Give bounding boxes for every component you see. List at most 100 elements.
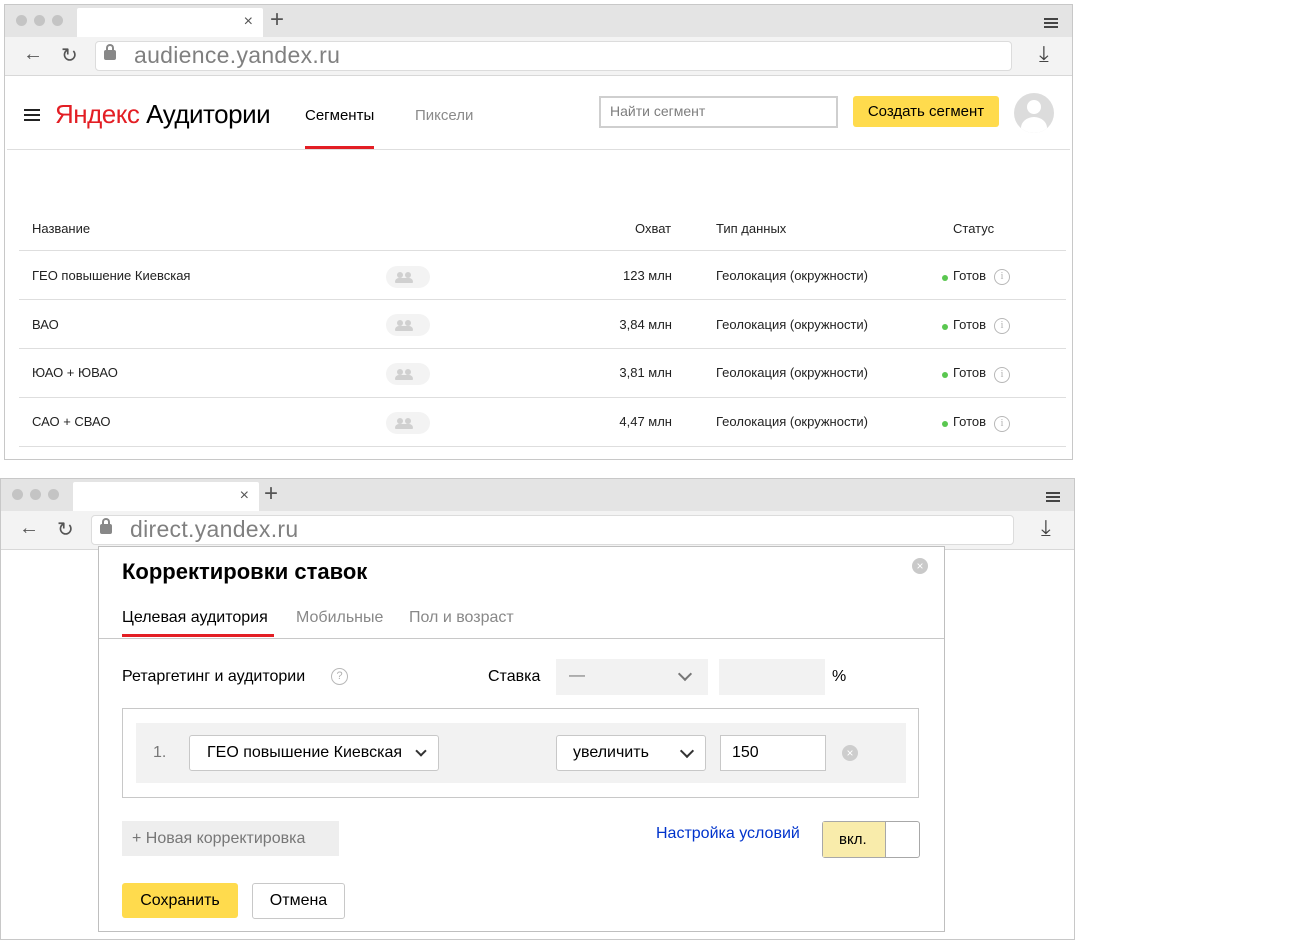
segment-data-type: Геолокация (окружности): [716, 365, 868, 380]
column-header-status: Статус: [953, 221, 995, 236]
tab-close-icon[interactable]: ×: [240, 487, 249, 505]
column-header-name: Название: [32, 221, 91, 236]
chevron-down-icon: [415, 745, 427, 757]
tab-gender-age[interactable]: Пол и возраст: [409, 609, 514, 627]
row-divider: [19, 348, 1066, 349]
segment-name[interactable]: ГЕО повышение Киевская: [32, 268, 190, 283]
segment-name[interactable]: САО + СВАО: [32, 414, 111, 429]
segment-status: Готов: [953, 365, 987, 380]
logo-product-text: Аудитории: [146, 99, 271, 129]
segment-name[interactable]: ЮАО + ЮВАО: [32, 365, 118, 380]
url-text: direct.yandex.ru: [130, 516, 299, 542]
rate-select[interactable]: —: [556, 659, 708, 695]
new-adjustment-button[interactable]: + Новая корректировка: [122, 821, 339, 856]
toggle-on-part: вкл.: [823, 822, 886, 857]
reload-icon[interactable]: ↻: [57, 517, 74, 542]
info-icon[interactable]: i: [994, 269, 1010, 285]
segment-data-type: Геолокация (окружности): [716, 414, 868, 429]
browser-menu-icon[interactable]: [1044, 18, 1058, 28]
rate-select-value: —: [569, 667, 585, 684]
download-icon[interactable]: ⤓: [1041, 515, 1051, 541]
row-index: 1.: [153, 744, 167, 761]
new-tab-icon[interactable]: +: [264, 480, 278, 508]
info-icon[interactable]: i: [994, 367, 1010, 383]
download-icon[interactable]: ⤓: [1039, 41, 1049, 67]
column-header-data-type: Тип данных: [716, 221, 787, 236]
row-divider: [19, 397, 1066, 398]
window-maximize-dot[interactable]: [52, 15, 63, 26]
browser-window-direct: × + ← ↻ direct.yandex.ru ⤓ Корректировки…: [0, 478, 1075, 940]
action-select[interactable]: увеличить: [556, 735, 706, 771]
retargeting-label: Ретаргетинг и аудитории: [122, 668, 306, 685]
window-maximize-dot[interactable]: [48, 489, 59, 500]
lock-icon: [100, 518, 112, 534]
window-close-dot[interactable]: [16, 15, 27, 26]
tab-mobile[interactable]: Мобильные: [296, 609, 383, 627]
browser-window-audience: × + ← ↻ audience.yandex.ru ⤓ Яндекс Ауди…: [4, 4, 1073, 460]
segment-name[interactable]: ВАО: [32, 317, 59, 332]
adjustment-row: 1. ГЕО повышение Киевская увеличить 150 …: [136, 723, 906, 783]
header-divider: [7, 149, 1070, 150]
segment-select[interactable]: ГЕО повышение Киевская: [189, 735, 439, 771]
cancel-button[interactable]: Отмена: [252, 883, 345, 919]
chevron-down-icon: [679, 743, 695, 759]
browser-tab-bar: × +: [1, 479, 1074, 511]
window-close-dot[interactable]: [12, 489, 23, 500]
segment-search-input[interactable]: Найти сегмент: [599, 96, 838, 128]
tab-target-audience[interactable]: Целевая аудитория: [122, 609, 268, 627]
conditions-settings-link[interactable]: Настройка условий: [656, 825, 800, 843]
segment-select-value: ГЕО повышение Киевская: [207, 744, 403, 761]
status-ready-dot: [942, 421, 948, 427]
new-tab-icon[interactable]: +: [270, 6, 284, 34]
segment-reach: 3,84 млн: [619, 317, 672, 332]
share-segment-icon[interactable]: [386, 363, 430, 385]
url-field[interactable]: direct.yandex.ru: [91, 515, 1014, 545]
remove-adjustment-icon[interactable]: ×: [842, 745, 858, 761]
hamburger-menu-icon[interactable]: [24, 109, 40, 121]
user-avatar[interactable]: [1014, 93, 1054, 133]
enable-toggle[interactable]: вкл.: [822, 821, 920, 858]
nav-tab-segments[interactable]: Сегменты: [305, 107, 374, 124]
adjustment-value-input[interactable]: 150: [720, 735, 826, 771]
share-segment-icon[interactable]: [386, 266, 430, 288]
info-icon[interactable]: i: [994, 318, 1010, 334]
create-segment-button[interactable]: Создать сегмент: [853, 96, 999, 127]
back-arrow-icon[interactable]: ←: [23, 43, 43, 66]
share-segment-icon[interactable]: [386, 314, 430, 336]
adjustment-value: 150: [732, 744, 759, 761]
url-field[interactable]: audience.yandex.ru: [95, 41, 1012, 71]
window-minimize-dot[interactable]: [30, 489, 41, 500]
browser-tab-bar: × +: [5, 5, 1072, 37]
active-tab-underline: [122, 634, 274, 637]
logo-yandex-text: Яндекс: [55, 99, 140, 129]
segment-reach: 123 млн: [622, 268, 672, 283]
save-button[interactable]: Сохранить: [122, 883, 238, 918]
info-icon[interactable]: i: [994, 416, 1010, 432]
segment-status: Готов: [953, 317, 987, 332]
bid-adjustments-modal: Корректировки ставок × Целевая аудитория…: [98, 546, 945, 932]
reload-icon[interactable]: ↻: [61, 43, 78, 68]
nav-tab-pixels[interactable]: Пиксели: [415, 107, 473, 124]
column-header-reach: Охват: [635, 221, 672, 236]
address-bar: ← ↻ audience.yandex.ru ⤓: [5, 37, 1072, 76]
browser-menu-icon[interactable]: [1046, 492, 1060, 502]
status-ready-dot: [942, 372, 948, 378]
chevron-down-icon: [677, 666, 693, 682]
share-segment-icon[interactable]: [386, 412, 430, 434]
segment-data-type: Геолокация (окружности): [716, 268, 868, 283]
yandex-audience-logo[interactable]: Яндекс Аудитории: [55, 99, 271, 130]
tab-close-icon[interactable]: ×: [244, 13, 253, 31]
window-minimize-dot[interactable]: [34, 15, 45, 26]
tabs-divider: [99, 638, 944, 639]
segment-reach: 4,47 млн: [619, 414, 672, 429]
close-icon[interactable]: ×: [912, 558, 928, 574]
back-arrow-icon[interactable]: ←: [19, 517, 39, 540]
status-ready-dot: [942, 324, 948, 330]
browser-tab[interactable]: ×: [73, 482, 259, 511]
rate-percent-input[interactable]: [719, 659, 825, 695]
browser-tab[interactable]: ×: [77, 8, 263, 37]
toggle-label: вкл.: [839, 831, 867, 848]
modal-title: Корректировки ставок: [122, 559, 368, 584]
help-icon[interactable]: ?: [331, 668, 348, 685]
status-ready-dot: [942, 275, 948, 281]
